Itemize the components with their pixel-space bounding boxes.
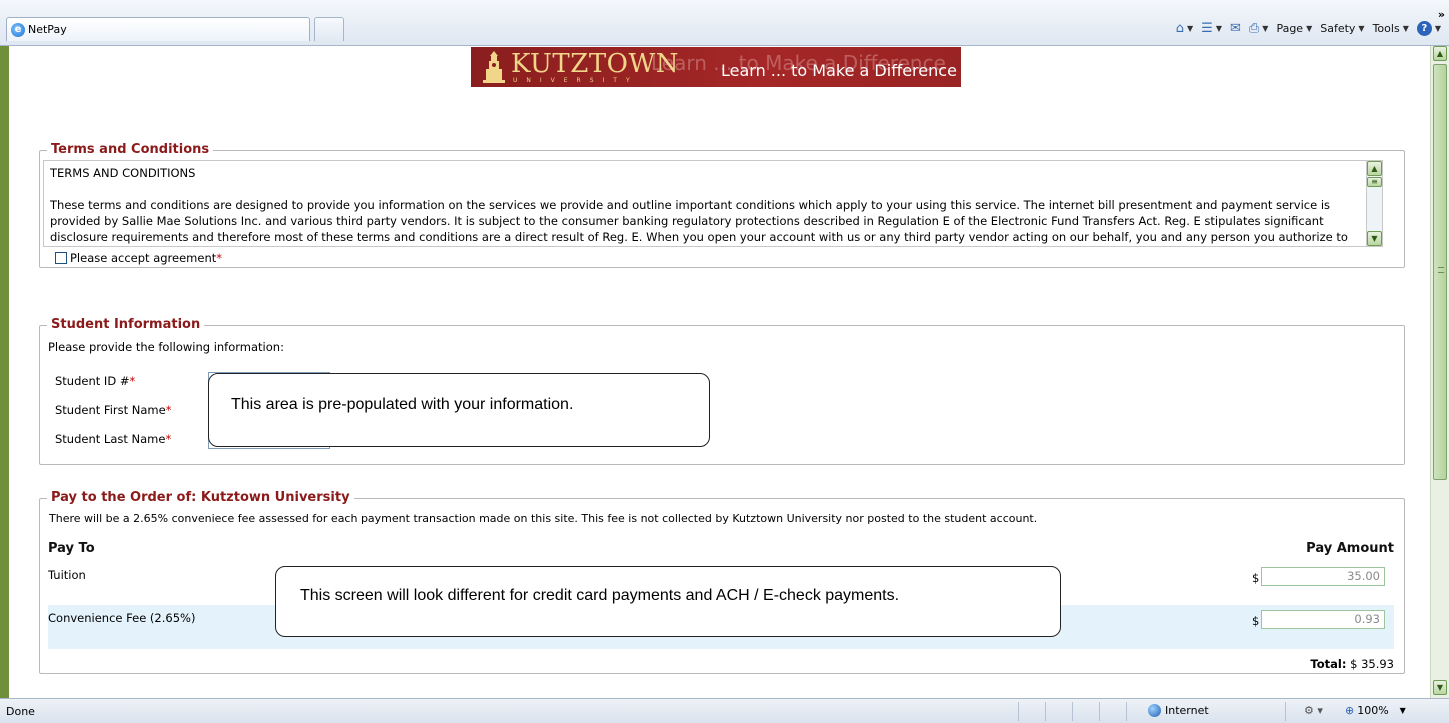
chevron-down-icon: ▼ xyxy=(1306,23,1313,33)
accept-agreement-label: Please accept agreement xyxy=(70,251,217,265)
status-divider xyxy=(1045,702,1046,721)
convenience-fee-amount-input: 0.93 xyxy=(1261,610,1385,629)
chevron-down-icon: ▼ xyxy=(1434,23,1441,33)
help-icon: ? xyxy=(1416,20,1432,36)
accept-agreement-row[interactable]: Please accept agreement * xyxy=(55,251,222,265)
banner-tagline: Learn ... to Make a Difference xyxy=(721,61,957,80)
read-mail-button[interactable]: ✉ xyxy=(1230,21,1241,36)
tuition-label: Tuition xyxy=(48,568,86,582)
student-first-name-label-text: Student First Name xyxy=(55,403,166,417)
fee-notice: There will be a 2.65% conveniece fee ass… xyxy=(49,512,1038,525)
chevron-down-icon: ▼ xyxy=(1358,23,1365,33)
scroll-up-icon[interactable]: ▲ xyxy=(1433,46,1447,61)
status-text: Done xyxy=(6,705,35,718)
chevron-down-icon: ▼ xyxy=(1399,706,1406,715)
feeds-button[interactable]: ☰ ▼ xyxy=(1201,21,1222,36)
scroll-up-icon[interactable]: ▲ xyxy=(1367,161,1382,176)
home-icon: ⌂ xyxy=(1175,20,1184,36)
status-divider xyxy=(1099,702,1100,721)
browser-tab[interactable]: e NetPay xyxy=(6,17,310,41)
page-menu[interactable]: Page ▼ xyxy=(1276,22,1312,35)
terms-textarea[interactable]: TERMS AND CONDITIONS These terms and con… xyxy=(43,160,1367,247)
scroll-thumb[interactable]: ≡ xyxy=(1367,177,1382,187)
scroll-down-icon[interactable]: ▼ xyxy=(1367,231,1382,246)
command-bar: ⌂ ▼ ☰ ▼ ✉ ⎙ ▼ Page ▼ Safety ▼ Tools ▼ ? ▼ xyxy=(1176,18,1441,38)
chevron-down-icon: ▼ xyxy=(1215,23,1222,33)
status-divider xyxy=(1018,702,1019,721)
toolbar-overflow-icon[interactable]: » xyxy=(1438,8,1445,21)
status-bar: Done Internet ⚙ ▾ ⊕ 100% ▼ xyxy=(0,698,1449,723)
required-marker: * xyxy=(165,403,172,417)
page-viewport: KUTZTOWN UNIVERSITY Learn ... to Make a … xyxy=(0,46,1449,698)
student-info-intro: Please provide the following information… xyxy=(48,340,284,354)
rss-feed-icon: ☰ xyxy=(1201,20,1213,36)
chevron-down-icon: ▼ xyxy=(1402,23,1409,33)
zoom-level: 100% xyxy=(1357,704,1389,717)
pay-amount-header: Pay Amount xyxy=(1306,541,1394,556)
scroll-grip-icon xyxy=(1438,267,1444,273)
kutztown-banner: KUTZTOWN UNIVERSITY Learn ... to Make a … xyxy=(471,47,961,87)
zone-label: Internet xyxy=(1165,704,1209,717)
chevron-down-icon: ▼ xyxy=(1187,23,1194,33)
terms-scrollbar[interactable]: ▲ ≡ ▼ xyxy=(1367,160,1383,247)
payment-legend: Pay to the Order of: Kutztown University xyxy=(47,490,354,506)
prepopulated-callout: This area is pre-populated with your inf… xyxy=(208,373,710,447)
tuition-amount-input[interactable]: 35.00 xyxy=(1261,567,1385,586)
mail-icon: ✉ xyxy=(1229,20,1241,36)
zoom-control[interactable]: ⊕ 100% ▼ xyxy=(1345,704,1406,717)
new-tab-button[interactable] xyxy=(314,17,344,41)
page-menu-label: Page xyxy=(1276,21,1304,35)
safety-menu[interactable]: Safety ▼ xyxy=(1320,22,1364,35)
status-divider xyxy=(1285,702,1286,721)
status-divider xyxy=(1072,702,1073,721)
home-button[interactable]: ⌂ ▼ xyxy=(1176,21,1193,36)
required-marker: * xyxy=(216,251,223,265)
accept-agreement-checkbox[interactable] xyxy=(55,252,67,264)
pay-to-header: Pay To xyxy=(48,541,95,556)
required-marker: * xyxy=(165,432,172,446)
student-last-name-label-text: Student Last Name xyxy=(55,432,166,446)
currency-symbol: $ xyxy=(1252,614,1260,628)
banner-logo-subtext: UNIVERSITY xyxy=(513,77,639,84)
terms-body: These terms and conditions are designed … xyxy=(50,198,1348,244)
safety-menu-label: Safety xyxy=(1320,21,1356,35)
tab-title: NetPay xyxy=(28,23,67,36)
chevron-down-icon: ▼ xyxy=(1262,23,1269,33)
ie-page-icon: e xyxy=(11,22,25,37)
student-first-name-label: Student First Name* xyxy=(55,403,171,417)
required-marker: * xyxy=(129,374,136,388)
page-scrollbar[interactable]: ▲ ▼ xyxy=(1430,46,1449,698)
student-info-legend: Student Information xyxy=(47,317,205,333)
page-scroll-thumb[interactable] xyxy=(1433,64,1447,480)
tools-menu[interactable]: Tools ▼ xyxy=(1373,22,1409,35)
total-row: Total: $ 35.93 xyxy=(1310,657,1394,671)
print-button[interactable]: ⎙ ▼ xyxy=(1249,21,1269,36)
payment-type-callout: This screen will look different for cred… xyxy=(275,566,1061,637)
student-id-label-text: Student ID # xyxy=(55,374,130,388)
page-content: KUTZTOWN UNIVERSITY Learn ... to Make a … xyxy=(9,46,1421,698)
security-zone[interactable]: Internet xyxy=(1148,704,1209,717)
tools-menu-label: Tools xyxy=(1372,21,1400,35)
zoom-icon: ⊕ xyxy=(1345,704,1355,717)
clock-tower-icon xyxy=(483,51,505,83)
printer-icon: ⎙ xyxy=(1248,20,1260,36)
help-menu[interactable]: ? ▼ xyxy=(1416,20,1441,36)
scroll-down-icon[interactable]: ▼ xyxy=(1433,680,1447,695)
total-value: $ 35.93 xyxy=(1350,657,1394,671)
status-divider xyxy=(1126,702,1127,721)
terms-legend: Terms and Conditions xyxy=(47,142,214,158)
total-label: Total: xyxy=(1310,657,1347,671)
terms-fieldset: Terms and Conditions TERMS AND CONDITION… xyxy=(39,142,1405,268)
globe-icon xyxy=(1148,704,1161,717)
terms-heading: TERMS AND CONDITIONS xyxy=(50,166,196,180)
convenience-fee-label: Convenience Fee (2.65%) xyxy=(48,611,196,625)
currency-symbol: $ xyxy=(1252,571,1260,585)
browser-toolbar: e NetPay ⌂ ▼ ☰ ▼ ✉ ⎙ ▼ Page ▼ Safety ▼ Tools ▼… xyxy=(0,0,1449,46)
student-id-label: Student ID #* xyxy=(55,374,135,388)
protected-mode-icon[interactable]: ⚙ ▾ xyxy=(1304,704,1323,717)
student-last-name-label: Student Last Name* xyxy=(55,432,171,446)
